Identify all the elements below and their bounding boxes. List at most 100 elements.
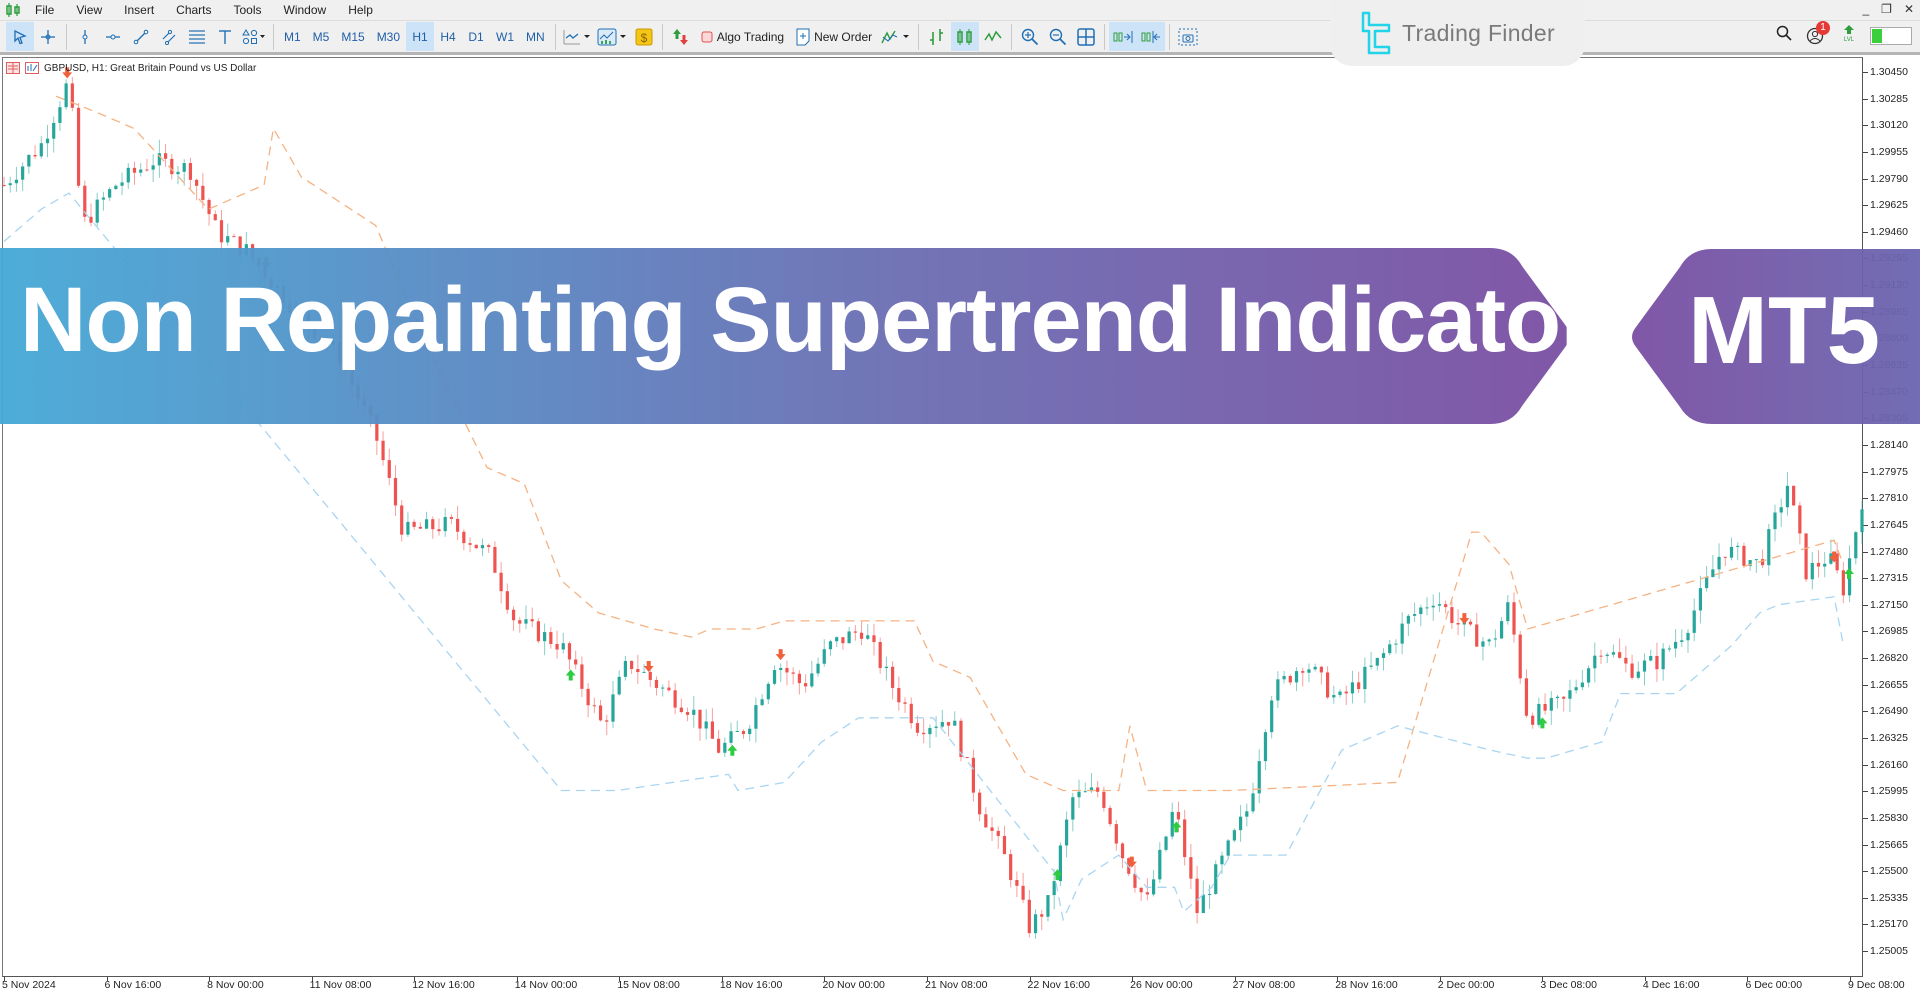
bullish-candle [940, 722, 944, 727]
bullish-candle [561, 643, 565, 650]
bullish-candle [14, 179, 19, 184]
trade-panel-icon[interactable] [6, 62, 20, 74]
bullish-candle [1493, 638, 1497, 640]
bearish-candle [1096, 787, 1100, 792]
bullish-candle [406, 521, 410, 535]
bearish-candle [1108, 807, 1112, 825]
bullish-candle [424, 519, 429, 529]
bearish-candle [1655, 655, 1659, 670]
bullish-candle [1736, 545, 1740, 547]
bullish-candle [772, 670, 777, 684]
bearish-candle [897, 687, 901, 703]
bearish-candle [1630, 663, 1634, 678]
bullish-candle [1071, 797, 1075, 820]
depth-of-market-icon[interactable] [25, 62, 39, 74]
bullish-candle [1375, 657, 1379, 666]
bearish-candle [1524, 678, 1529, 716]
bullish-candle [1767, 529, 1771, 566]
bullish-candle [126, 167, 130, 183]
bullish-candle [1481, 641, 1485, 647]
bullish-candle [729, 731, 733, 743]
bullish-candle [1214, 864, 1218, 894]
bullish-candle [1499, 621, 1504, 639]
bearish-candle [213, 214, 217, 221]
bullish-candle [1773, 512, 1777, 530]
bearish-candle [518, 620, 522, 624]
buy-signal-arrow-icon [565, 669, 576, 681]
bullish-candle [182, 163, 186, 172]
bullish-candle [1785, 485, 1790, 508]
chart-header: GBPUSD, H1: Great Britain Pound vs US Do… [6, 62, 256, 74]
bearish-candle [891, 666, 895, 688]
bearish-candle [505, 591, 509, 610]
bearish-candle [418, 526, 422, 529]
bullish-candle [810, 673, 814, 687]
bearish-candle [1021, 885, 1025, 900]
bearish-candle [915, 723, 920, 733]
bullish-candle [1711, 569, 1715, 578]
bearish-candle [654, 679, 659, 688]
bearish-candle [76, 107, 81, 186]
bullish-candle [1506, 602, 1510, 622]
bearish-candle [1798, 505, 1802, 534]
bullish-candle [822, 649, 826, 664]
bearish-candle [648, 671, 652, 680]
bullish-candle [1251, 793, 1255, 812]
bullish-candle [8, 183, 12, 186]
bearish-candle [449, 516, 454, 519]
bearish-candle [1624, 657, 1628, 664]
bearish-candle [207, 199, 211, 215]
bullish-candle [52, 122, 56, 139]
bearish-candle [1456, 623, 1460, 625]
bullish-candle [766, 683, 770, 700]
bullish-candle [1611, 652, 1616, 655]
bullish-candle [1698, 588, 1703, 611]
brand-logo: Trading Finder [1330, 0, 1585, 66]
bullish-candle [642, 671, 646, 673]
bullish-candle [1406, 615, 1410, 624]
bearish-candle [598, 705, 603, 721]
bearish-candle [1468, 621, 1473, 625]
bullish-candle [480, 545, 485, 549]
bullish-candle [748, 728, 752, 735]
bearish-candle [965, 757, 969, 759]
bullish-candle [1270, 700, 1274, 733]
chart-symbol-title: GBPUSD, H1: Great Britain Pound vs US Do… [44, 62, 257, 74]
bullish-candle [45, 138, 50, 144]
bearish-candle [1531, 715, 1535, 725]
bullish-candle [1779, 507, 1783, 513]
bullish-candle [835, 637, 839, 642]
bearish-candle [1319, 666, 1323, 673]
sell-signal-arrow-icon [775, 649, 786, 661]
bullish-candle [1363, 666, 1367, 690]
bullish-candle [1238, 816, 1243, 831]
bearish-candle [1518, 634, 1522, 679]
bullish-candle [1860, 509, 1864, 533]
bullish-candle [928, 727, 932, 735]
bullish-candle [64, 83, 68, 108]
bearish-candle [1512, 602, 1516, 635]
bullish-candle [692, 709, 696, 715]
bearish-candle [555, 643, 559, 650]
bearish-candle [381, 440, 385, 461]
bearish-candle [163, 153, 168, 159]
bearish-candle [859, 632, 864, 639]
bullish-candle [1412, 614, 1417, 616]
bearish-candle [1841, 570, 1845, 596]
bullish-candle [27, 154, 31, 167]
bearish-candle [201, 185, 205, 200]
bearish-candle [2, 185, 6, 187]
bearish-candle [1102, 791, 1106, 808]
bearish-candle [636, 668, 640, 673]
bearish-candle [170, 158, 174, 175]
bullish-candle [1263, 732, 1268, 762]
bearish-candle [1816, 562, 1821, 567]
bearish-candle [909, 703, 913, 724]
bullish-candle [114, 185, 118, 190]
bearish-candle [1325, 672, 1330, 698]
bearish-candle [487, 545, 491, 547]
bullish-candle [866, 635, 870, 639]
bullish-candle [1350, 682, 1355, 694]
bearish-candle [1183, 819, 1187, 858]
bearish-candle [698, 709, 702, 729]
